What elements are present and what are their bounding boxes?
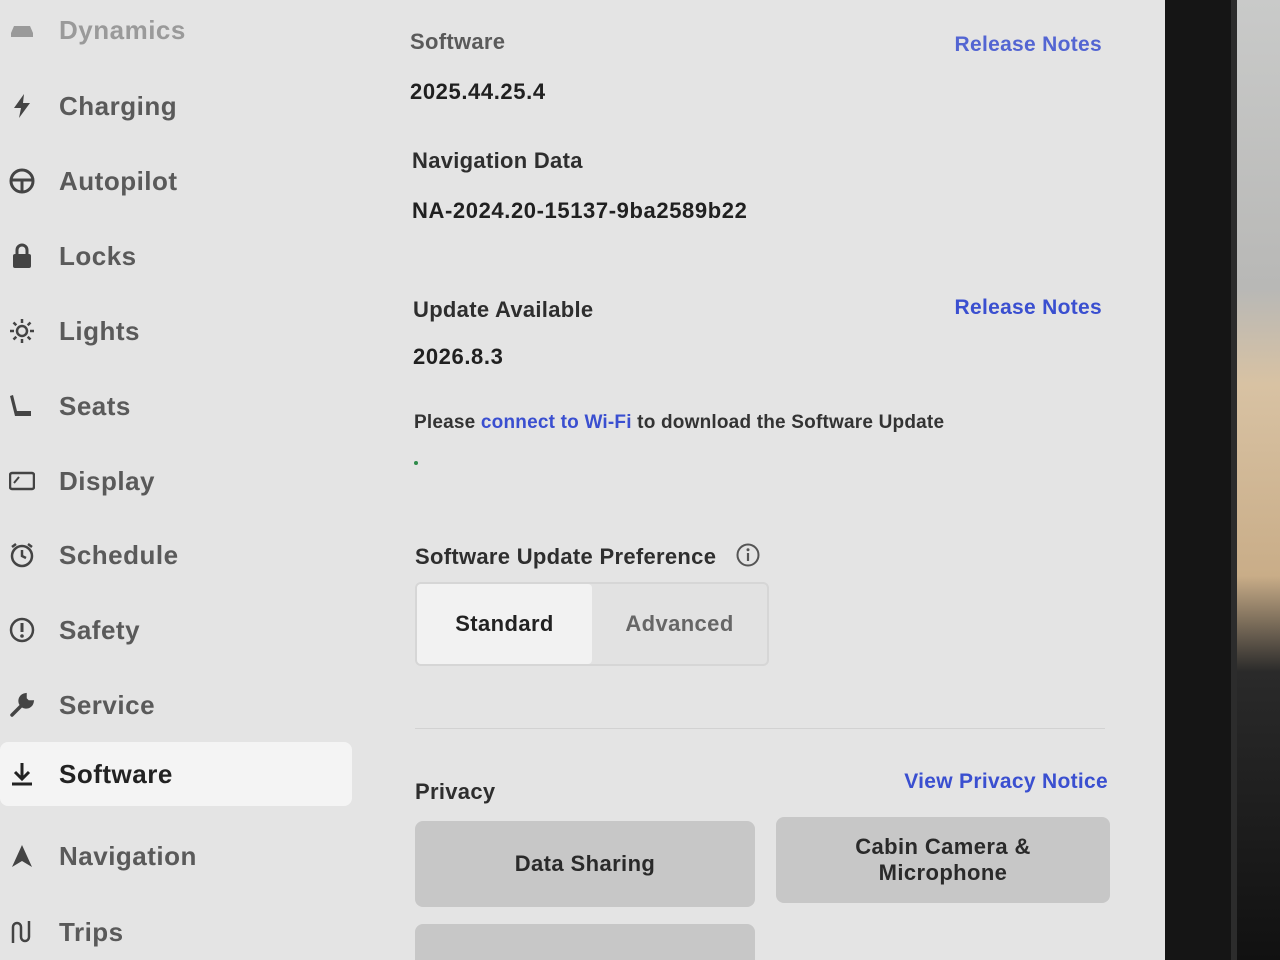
cabin-camera-microphone-button[interactable]: Cabin Camera & Microphone <box>776 817 1110 903</box>
navigation-arrow-icon <box>9 843 35 869</box>
wrench-icon <box>9 692 35 718</box>
sidebar-item-lights[interactable]: Lights <box>0 299 352 363</box>
sidebar-item-seats[interactable]: Seats <box>0 374 352 438</box>
sidebar-item-autopilot[interactable]: Autopilot <box>0 149 352 213</box>
sun-icon <box>9 318 35 344</box>
steering-wheel-icon <box>9 168 35 194</box>
sidebar-item-label: Autopilot <box>59 165 178 196</box>
wifi-message-suffix: to download the Software Update <box>631 412 945 433</box>
wifi-message: Please connect to Wi-Fi to download the … <box>414 412 944 434</box>
lock-icon <box>9 243 35 269</box>
sidebar-item-label: Safety <box>59 614 141 645</box>
background-wall <box>1237 0 1280 960</box>
alarm-clock-icon <box>9 542 35 568</box>
sidebar-item-navigation[interactable]: Navigation <box>0 824 352 888</box>
sidebar-item-locks[interactable]: Locks <box>0 224 352 288</box>
sidebar-item-label: Software <box>59 758 173 789</box>
display-icon <box>9 468 35 494</box>
connect-wifi-link[interactable]: connect to Wi-Fi <box>481 412 632 433</box>
sidebar-item-label: Service <box>59 689 156 720</box>
data-sharing-button[interactable]: Data Sharing <box>415 821 755 907</box>
software-panel: Software Release Notes 2025.44.25.4 Navi… <box>410 0 1110 960</box>
sidebar: Dynamics Charging Autopilot Locks Lights <box>0 0 360 960</box>
software-version: 2025.44.25.4 <box>410 79 546 104</box>
update-version: 2026.8.3 <box>413 344 504 369</box>
preference-option-standard[interactable]: Standard <box>417 584 592 664</box>
sidebar-item-label: Trips <box>59 916 124 947</box>
privacy-label: Privacy <box>415 779 496 804</box>
sidebar-item-label: Locks <box>59 240 137 271</box>
seat-icon <box>9 393 35 419</box>
sidebar-item-service[interactable]: Service <box>0 673 352 737</box>
wifi-message-prefix: Please <box>414 412 481 433</box>
sidebar-item-label: Schedule <box>59 539 179 570</box>
update-preference-toggle: Standard Advanced <box>415 582 769 666</box>
sidebar-item-schedule[interactable]: Schedule <box>0 523 352 587</box>
settings-screen: Dynamics Charging Autopilot Locks Lights <box>0 0 1165 960</box>
sidebar-item-label: Seats <box>59 390 131 421</box>
privacy-tile-partial[interactable] <box>415 924 755 960</box>
screen-bezel <box>1165 0 1280 960</box>
update-preference-label: Software Update Preference <box>415 544 717 569</box>
sidebar-item-trips[interactable]: Trips <box>0 900 352 960</box>
sidebar-item-label: Display <box>59 465 155 496</box>
preference-option-advanced[interactable]: Advanced <box>592 584 767 664</box>
sidebar-item-display[interactable]: Display <box>0 449 352 513</box>
lightning-icon <box>9 93 35 119</box>
section-divider <box>415 728 1105 729</box>
sidebar-item-label: Navigation <box>59 840 197 871</box>
software-label: Software <box>410 29 506 54</box>
sidebar-item-label: Lights <box>59 315 140 346</box>
navigation-data-value: NA-2024.20-15137-9ba2589b22 <box>412 198 748 223</box>
sidebar-item-label: Charging <box>59 90 178 121</box>
release-notes-link[interactable]: Release Notes <box>955 33 1102 57</box>
download-icon <box>9 761 35 787</box>
sidebar-item-software[interactable]: Software <box>0 742 352 806</box>
sidebar-item-charging[interactable]: Charging <box>0 74 352 138</box>
car-icon <box>9 17 35 43</box>
trips-icon <box>9 919 35 945</box>
navigation-data-label: Navigation Data <box>412 148 583 173</box>
info-icon[interactable] <box>736 543 760 567</box>
view-privacy-notice-link[interactable]: View Privacy Notice <box>904 770 1108 794</box>
alert-circle-icon <box>9 617 35 643</box>
update-available-label: Update Available <box>413 297 594 322</box>
update-release-notes-link[interactable]: Release Notes <box>955 296 1102 320</box>
sidebar-item-safety[interactable]: Safety <box>0 598 352 662</box>
sidebar-item-dynamics[interactable]: Dynamics <box>0 0 352 60</box>
progress-indicator <box>414 461 418 465</box>
sidebar-item-label: Dynamics <box>59 14 186 45</box>
